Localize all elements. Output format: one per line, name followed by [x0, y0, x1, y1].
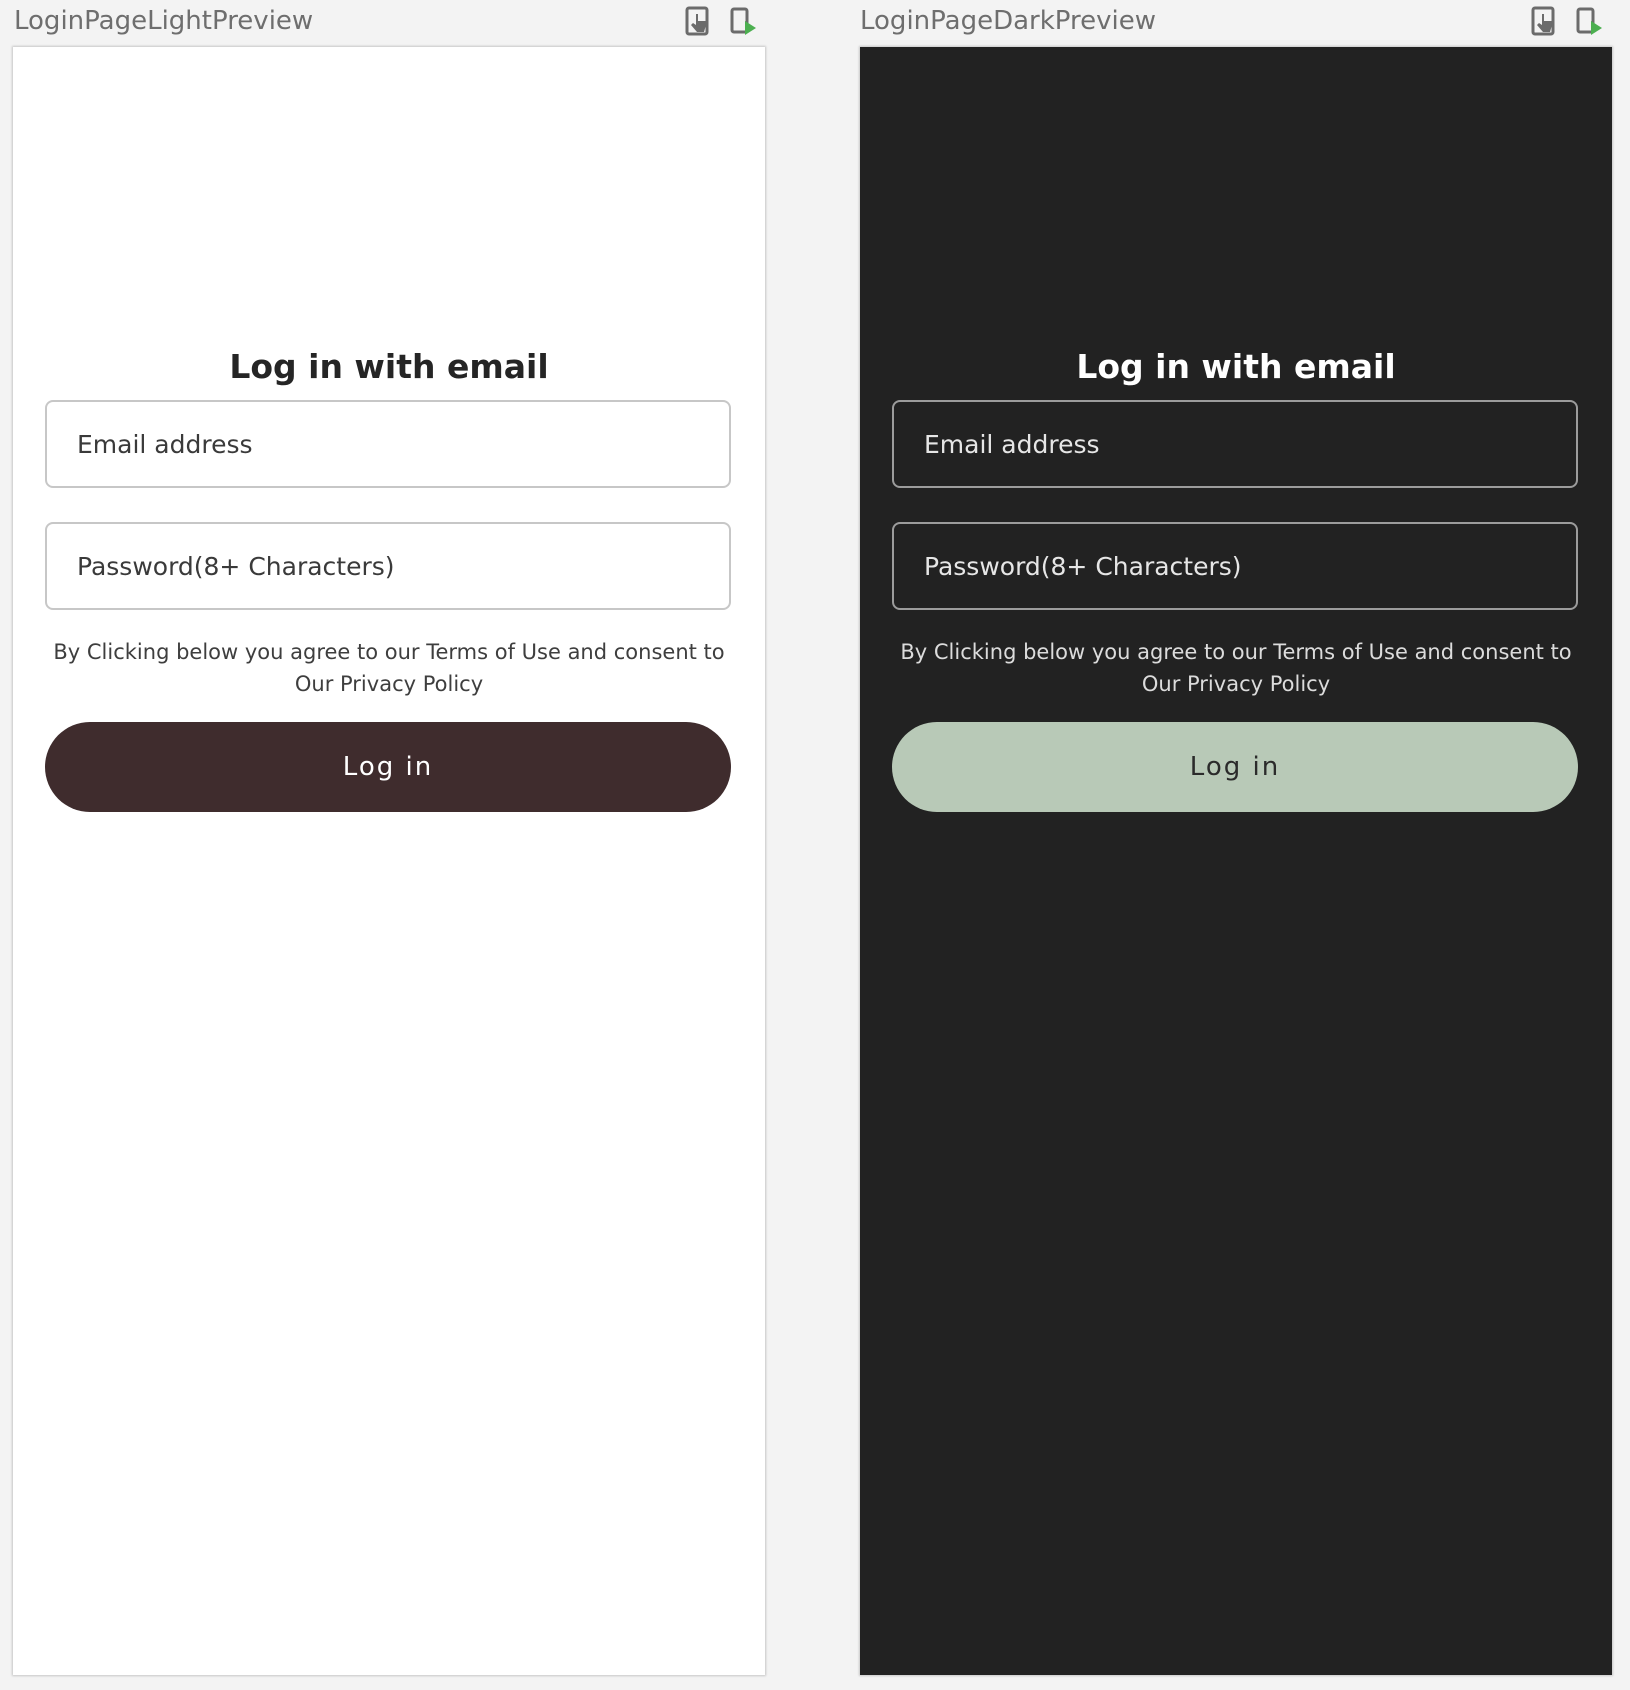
- email-field[interactable]: Email address: [45, 400, 731, 488]
- email-field[interactable]: Email address: [892, 400, 1578, 488]
- dark-preview-frame: Log in with email Email address Password…: [860, 47, 1612, 1675]
- deploy-to-device-icon[interactable]: [728, 6, 758, 36]
- terms-consent-text: By Clicking below you agree to our Terms…: [900, 640, 1572, 696]
- interactive-mode-icon[interactable]: [1530, 6, 1560, 36]
- page-heading: Log in with email: [229, 347, 549, 386]
- deploy-to-device-icon[interactable]: [1574, 6, 1604, 36]
- login-button[interactable]: Log in: [45, 722, 731, 812]
- password-placeholder: Password(8+ Characters): [77, 551, 395, 581]
- light-preview-frame: Log in with email Email address Password…: [13, 47, 765, 1675]
- login-button[interactable]: Log in: [892, 722, 1578, 812]
- password-field[interactable]: Password(8+ Characters): [45, 522, 731, 610]
- page-heading: Log in with email: [1076, 347, 1396, 386]
- interactive-mode-icon[interactable]: [684, 6, 714, 36]
- password-field[interactable]: Password(8+ Characters): [892, 522, 1578, 610]
- terms-consent-text: By Clicking below you agree to our Terms…: [53, 640, 725, 696]
- email-placeholder: Email address: [77, 429, 253, 459]
- preview-title-dark: LoginPageDarkPreview: [860, 6, 1156, 36]
- password-placeholder: Password(8+ Characters): [924, 551, 1242, 581]
- preview-title-light: LoginPageLightPreview: [14, 6, 314, 36]
- email-placeholder: Email address: [924, 429, 1100, 459]
